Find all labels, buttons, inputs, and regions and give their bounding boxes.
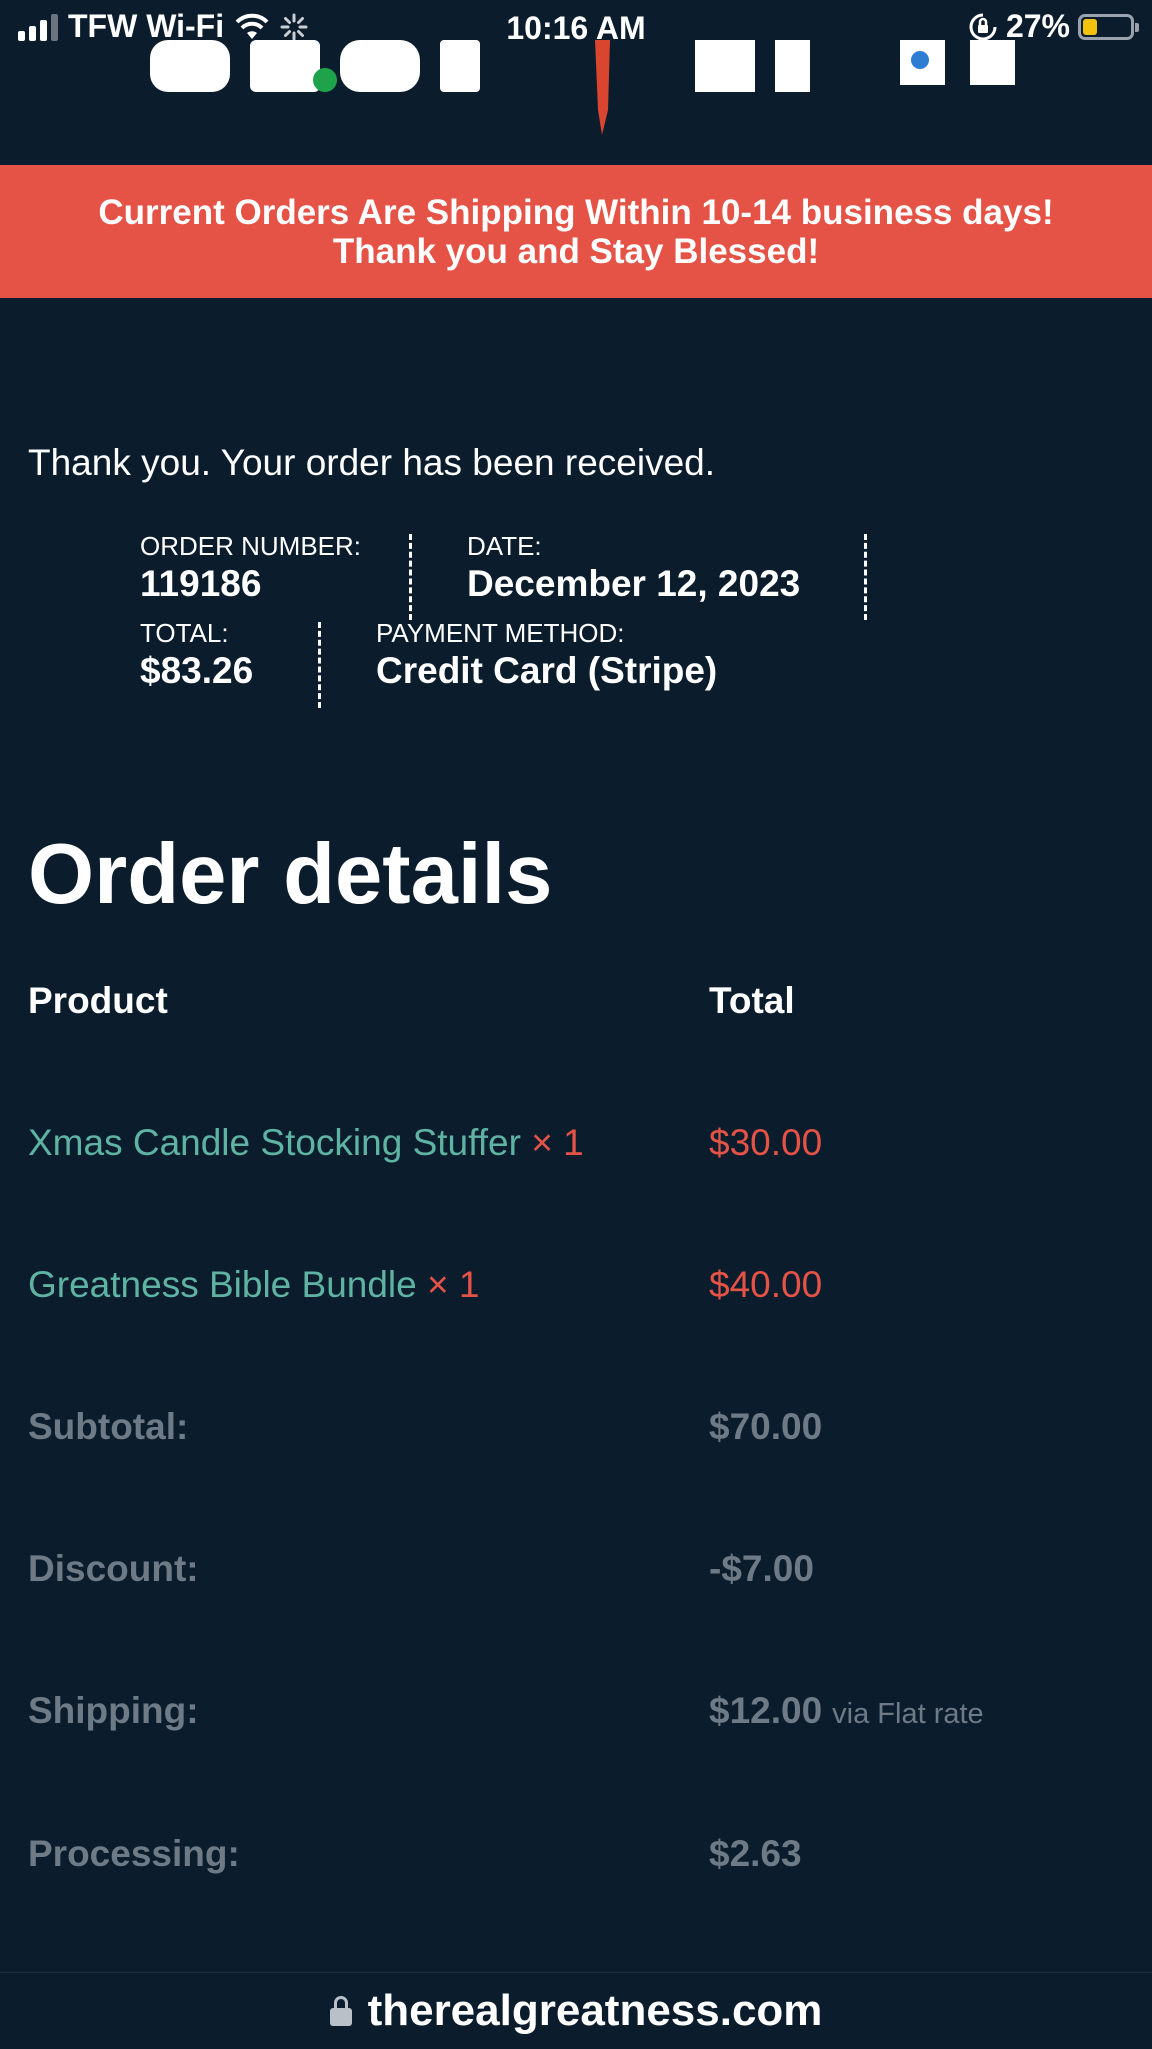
payment-method-block: PAYMENT METHOD: Credit Card (Stripe) xyxy=(376,617,717,693)
processing-value: $2.63 xyxy=(709,1833,802,1874)
order-total-block: TOTAL: $83.26 xyxy=(140,617,253,693)
processing-row: Processing: $2.63 xyxy=(0,1833,1152,1893)
divider xyxy=(409,534,412,620)
column-header-product: Product xyxy=(28,980,168,1021)
order-total-label: TOTAL: xyxy=(140,618,229,648)
shipping-amount: $12.00 via Flat rate xyxy=(709,1690,984,1732)
orientation-lock-icon xyxy=(969,13,997,40)
product-quantity: × 1 xyxy=(427,1264,480,1305)
order-date-value: December 12, 2023 xyxy=(467,563,801,604)
product-link[interactable]: Xmas Candle Stocking Stuffer xyxy=(28,1122,521,1163)
battery-icon xyxy=(1078,13,1139,40)
order-number-block: ORDER NUMBER: 119186 xyxy=(140,530,361,606)
shipping-label: Shipping: xyxy=(28,1690,199,1731)
banner-line-1: Current Orders Are Shipping Within 10-14… xyxy=(98,192,1054,232)
product-total: $40.00 xyxy=(709,1264,823,1305)
payment-method-label: PAYMENT METHOD: xyxy=(376,618,625,648)
discount-value: -$7.00 xyxy=(709,1548,814,1589)
subtotal-label: Subtotal: xyxy=(28,1406,189,1447)
shipping-value: $12.00 xyxy=(709,1690,823,1731)
subtotal-value: $70.00 xyxy=(709,1406,823,1447)
table-row: Greatness Bible Bundle × 1 $40.00 xyxy=(0,1264,1152,1324)
product-item: Greatness Bible Bundle × 1 xyxy=(28,1264,480,1306)
table-row: Xmas Candle Stocking Stuffer × 1 $30.00 xyxy=(0,1122,1152,1182)
order-number-label: ORDER NUMBER: xyxy=(140,531,362,561)
shipping-notice-banner: Current Orders Are Shipping Within 10-14… xyxy=(0,165,1152,298)
shipping-method: via Flat rate xyxy=(832,1698,984,1730)
discount-row: Discount: -$7.00 xyxy=(0,1548,1152,1608)
subtotal-row: Subtotal: $70.00 xyxy=(0,1406,1152,1466)
url-text[interactable]: therealgreatness.com xyxy=(368,1986,823,2036)
product-total: $30.00 xyxy=(709,1122,823,1163)
order-total-value: $83.26 xyxy=(140,650,254,691)
order-date-block: DATE: December 12, 2023 xyxy=(467,530,800,606)
order-date-label: DATE: xyxy=(467,531,542,561)
banner-line-2: Thank you and Stay Blessed! xyxy=(332,231,820,271)
product-quantity: × 1 xyxy=(531,1122,584,1163)
order-received-message: Thank you. Your order has been received. xyxy=(28,442,716,483)
processing-label: Processing: xyxy=(28,1833,240,1874)
column-header-total: Total xyxy=(709,980,795,1021)
product-link[interactable]: Greatness Bible Bundle xyxy=(28,1264,417,1305)
discount-label: Discount: xyxy=(28,1548,199,1589)
order-details-title: Order details xyxy=(28,827,553,922)
order-number-value: 119186 xyxy=(140,563,262,604)
product-item: Xmas Candle Stocking Stuffer × 1 xyxy=(28,1122,584,1164)
divider xyxy=(318,622,321,708)
divider xyxy=(864,534,867,620)
payment-method-value: Credit Card (Stripe) xyxy=(376,650,718,691)
shipping-row: Shipping: $12.00 via Flat rate xyxy=(0,1690,1152,1750)
lock-icon xyxy=(329,1996,352,2026)
site-logo[interactable] xyxy=(140,40,1060,140)
browser-url-bar[interactable]: therealgreatness.com xyxy=(0,1972,1152,2049)
